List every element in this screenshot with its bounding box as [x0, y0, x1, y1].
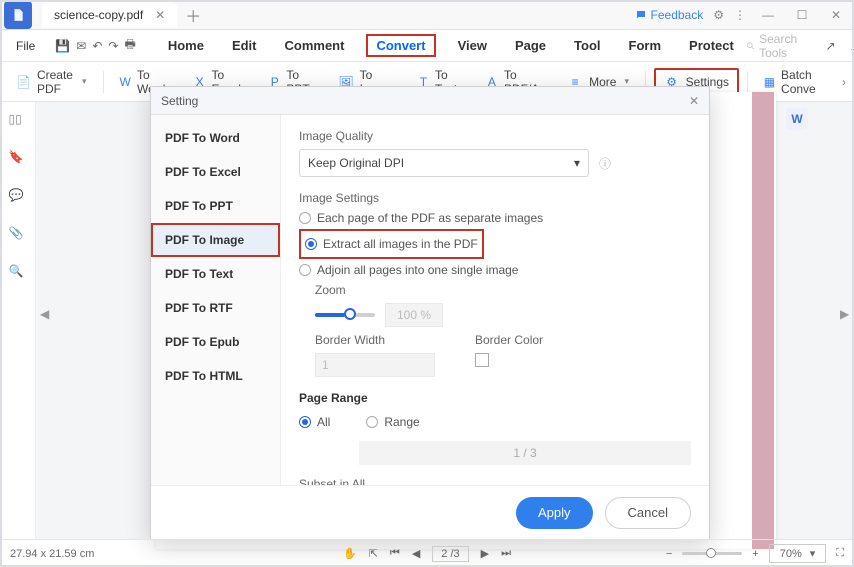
page-number[interactable]: 2 /3 — [432, 546, 468, 562]
menubar: File 💾 ✉ ↶ ↷ 🖶 Home Edit Comment Convert… — [0, 30, 854, 62]
undo-icon[interactable]: ↶ — [92, 36, 102, 56]
settings-dialog: Setting ✕ PDF To Word PDF To Excel PDF T… — [150, 86, 710, 540]
search-tools[interactable]: Search Tools — [746, 32, 813, 60]
menu-comment[interactable]: Comment — [279, 34, 351, 57]
hand-tool-icon[interactable]: ✋ — [343, 547, 357, 560]
chevron-down-icon: ▾ — [574, 156, 580, 170]
thumbnails-icon[interactable]: ▯▯ — [9, 112, 27, 130]
menu-page[interactable]: Page — [509, 34, 552, 57]
zoom-in-icon[interactable]: + — [752, 548, 758, 560]
cancel-button[interactable]: Cancel — [605, 497, 691, 529]
feedback-label: Feedback — [651, 8, 704, 22]
menu-edit[interactable]: Edit — [226, 34, 263, 57]
dialog-title: Setting — [161, 94, 198, 108]
page-range-range[interactable]: Range — [366, 415, 419, 429]
close-window-button[interactable]: ✕ — [824, 8, 848, 22]
zoom-level[interactable]: 70%▾ — [769, 544, 827, 563]
fit-page-icon[interactable]: ⛶ — [836, 547, 844, 560]
titlebar: science-copy.pdf ✕ ＋ Feedback ⚙ ⋮ — ☐ ✕ — [0, 0, 854, 30]
first-page-icon[interactable]: ⏮ — [390, 547, 400, 560]
image-quality-select[interactable]: Keep Original DPI ▾ — [299, 149, 589, 177]
zoom-out-icon[interactable]: − — [666, 548, 672, 560]
statusbar: 27.94 x 21.59 cm ✋ ⇱ ⏮ ◀ 2 /3 ▶ ⏭ − + 70… — [0, 539, 854, 567]
option-extract-images[interactable]: Extract all images in the PDF — [305, 237, 478, 251]
comment-icon[interactable]: 💬 — [9, 188, 27, 206]
zoom-label: Zoom — [315, 283, 691, 297]
zoom-slider[interactable] — [315, 313, 375, 317]
side-pdf-to-epub[interactable]: PDF To Epub — [151, 325, 280, 359]
cloud-icon[interactable]: ☁ — [848, 36, 854, 56]
apply-button[interactable]: Apply — [516, 497, 593, 529]
border-width-input[interactable]: 1 — [315, 353, 435, 377]
bookmark-icon[interactable]: 🔖 — [9, 150, 27, 168]
feedback-link[interactable]: Feedback — [635, 8, 704, 22]
option-each-page[interactable]: Each page of the PDF as separate images — [299, 211, 691, 225]
menu-view[interactable]: View — [452, 34, 493, 57]
new-tab-button[interactable]: ＋ — [185, 3, 201, 27]
image-quality-label: Image Quality — [299, 129, 691, 143]
border-width-label: Border Width — [315, 333, 435, 347]
create-pdf-button[interactable]: 📄Create PDF — [8, 64, 95, 100]
dialog-main: Image Quality Keep Original DPI ▾ ⓘ Imag… — [281, 115, 709, 485]
image-settings-label: Image Settings — [299, 191, 691, 205]
side-pdf-to-ppt[interactable]: PDF To PPT — [151, 189, 280, 223]
print-icon[interactable]: 🖶 — [124, 36, 135, 56]
next-page-icon[interactable]: ▶ — [481, 547, 489, 560]
page-size: 27.94 x 21.59 cm — [10, 548, 94, 560]
page-ribbon — [752, 92, 774, 549]
tab-close-icon[interactable]: ✕ — [155, 8, 165, 22]
page-range-all[interactable]: All — [299, 415, 330, 429]
side-pdf-to-text[interactable]: PDF To Text — [151, 257, 280, 291]
zoom-slider-status[interactable] — [682, 552, 742, 555]
mail-icon[interactable]: ✉ — [76, 36, 86, 56]
app-logo — [4, 1, 32, 29]
side-pdf-to-word[interactable]: PDF To Word — [151, 121, 280, 155]
redo-icon[interactable]: ↷ — [108, 36, 118, 56]
tab-title: science-copy.pdf — [54, 8, 143, 22]
dialog-header: Setting ✕ — [151, 87, 709, 115]
scroll-right-icon[interactable]: ▶ — [840, 302, 850, 326]
dialog-footer: Apply Cancel — [151, 485, 709, 539]
prev-page-icon[interactable]: ◀ — [412, 547, 420, 560]
save-icon[interactable]: 💾 — [55, 36, 70, 56]
dialog-close-button[interactable]: ✕ — [689, 94, 699, 108]
info-icon[interactable]: ⓘ — [599, 155, 611, 172]
menu-protect[interactable]: Protect — [683, 34, 740, 57]
left-sidebar: ▯▯ 🔖 💬 📎 🔍 — [0, 102, 36, 539]
chevron-down-icon: ▾ — [810, 547, 816, 560]
menu-tool[interactable]: Tool — [568, 34, 606, 57]
word-export-icon[interactable]: W — [786, 108, 808, 130]
border-color-label: Border Color — [475, 333, 543, 347]
document-tab[interactable]: science-copy.pdf ✕ — [42, 2, 177, 28]
search-tools-label: Search Tools — [759, 32, 813, 60]
side-pdf-to-image[interactable]: PDF To Image — [151, 223, 280, 257]
settings-gear-icon[interactable]: ⚙ — [713, 8, 724, 22]
border-color-picker[interactable] — [475, 353, 489, 367]
minimize-button[interactable]: — — [756, 8, 780, 22]
file-menu[interactable]: File — [8, 35, 43, 57]
share-icon[interactable]: ↗ — [823, 36, 839, 56]
scroll-left-icon[interactable]: ◀ — [40, 302, 50, 326]
option-adjoin-pages[interactable]: Adjoin all pages into one single image — [299, 263, 691, 277]
menu-form[interactable]: Form — [623, 34, 668, 57]
side-pdf-to-html[interactable]: PDF To HTML — [151, 359, 280, 393]
dialog-sidebar: PDF To Word PDF To Excel PDF To PPT PDF … — [151, 115, 281, 485]
select-tool-icon[interactable]: ⇱ — [369, 547, 378, 560]
attach-icon[interactable]: 📎 — [9, 226, 27, 244]
subset-label: Subset in All — [299, 477, 691, 485]
page-range-display: 1 / 3 — [359, 441, 691, 465]
page-range-label: Page Range — [299, 391, 691, 405]
search-icon[interactable]: 🔍 — [9, 264, 27, 282]
menu-convert[interactable]: Convert — [366, 34, 435, 57]
side-pdf-to-excel[interactable]: PDF To Excel — [151, 155, 280, 189]
maximize-button[interactable]: ☐ — [790, 8, 814, 22]
menu-dots-icon[interactable]: ⋮ — [734, 8, 746, 22]
zoom-value[interactable]: 100 % — [385, 303, 443, 327]
side-pdf-to-rtf[interactable]: PDF To RTF — [151, 291, 280, 325]
last-page-icon[interactable]: ⏭ — [501, 547, 511, 560]
menu-home[interactable]: Home — [162, 34, 210, 57]
